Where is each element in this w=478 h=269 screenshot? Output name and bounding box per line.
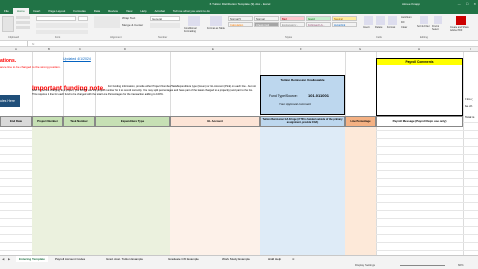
create-share-pdf-button[interactable]: Create and Share Adobe PDF: [450, 26, 476, 32]
style-cell-8[interactable]: Explanatory...: [280, 22, 305, 27]
green-input-area[interactable]: [32, 127, 170, 256]
maximize-button[interactable]: ☐: [466, 0, 469, 8]
copy-icon[interactable]: [16, 21, 30, 24]
find-select-icon[interactable]: [434, 16, 442, 24]
title-bar: 6 Tuition Distribution Template (9).xlsx…: [0, 0, 478, 8]
pink-input-area[interactable]: [170, 127, 260, 256]
orange-input-area[interactable]: [345, 127, 376, 256]
fund-type-label: Fund Type/Source:: [269, 94, 298, 98]
header-payroll-message[interactable]: Payroll Message (Payroll Dept. use only): [376, 116, 463, 127]
top-note: ance line to be charged to the wrong pos…: [0, 65, 61, 69]
autosum-button[interactable]: AutoSum: [401, 16, 412, 19]
style-cell-10[interactable]: Hyperlink: [332, 22, 357, 27]
user-name[interactable]: Aimee Knapp: [402, 0, 420, 8]
delete-cells-icon[interactable]: [376, 16, 385, 25]
style-cell-4[interactable]: Good: [306, 16, 331, 21]
tuition-remission-block: Tuition Remission Unallowable Fund Type/…: [260, 75, 345, 115]
style-cell-7[interactable]: Check Cell: [254, 22, 279, 27]
sheet-tabs-bar: ◀ ▶ Entering Template Payroll Account Co…: [0, 255, 478, 264]
sort-filter-icon[interactable]: [420, 16, 428, 24]
font-format-buttons[interactable]: [36, 23, 88, 28]
fill-button[interactable]: Fill: [401, 21, 404, 24]
style-cell-1[interactable]: Normal 5: [228, 16, 253, 21]
style-cell-2[interactable]: Normal: [254, 16, 279, 21]
find-select-button[interactable]: Find & Select: [432, 25, 446, 31]
paste-icon[interactable]: [2, 16, 14, 32]
font-size-box[interactable]: [78, 16, 88, 21]
number-format-dropdown[interactable]: General: [150, 16, 180, 21]
group-number-label: Number: [158, 36, 168, 39]
format-painter-icon[interactable]: [16, 26, 30, 29]
group-clipboard-label: Clipboard: [8, 36, 20, 39]
right-cut-text-2: be ch: [465, 104, 473, 108]
blue-input-area[interactable]: [260, 127, 345, 256]
header-line-percentage[interactable]: Line Percentage: [345, 116, 376, 127]
cut-icon[interactable]: [16, 16, 30, 19]
zoom-slider[interactable]: [400, 265, 445, 266]
group-styles-label: Styles: [285, 36, 293, 39]
sort-filter-button[interactable]: Sort & Filter: [417, 25, 431, 28]
number-format-buttons[interactable]: [150, 23, 180, 28]
merge-center-button[interactable]: Merge & Center: [122, 23, 143, 27]
payroll-comments-block: Payroll Comments: [376, 58, 463, 116]
header-end-date[interactable]: End Date: [0, 116, 32, 127]
payroll-comments-title: Payroll Comments: [377, 59, 462, 65]
group-editing-label: Editing: [420, 36, 428, 39]
conditional-formatting-icon[interactable]: [188, 16, 200, 26]
wrap-text-button[interactable]: Wrap Text: [122, 16, 135, 20]
style-cell-3[interactable]: Bad: [280, 16, 305, 21]
instructions-heading: ations.: [0, 58, 17, 64]
status-bar: Display Settings 60%: [0, 262, 478, 269]
font-name-box[interactable]: [36, 16, 76, 21]
tuition-remission-title: Tuition Remission Unallowable: [280, 78, 325, 82]
close-button[interactable]: ✕: [473, 0, 476, 8]
format-as-table-icon[interactable]: [210, 16, 222, 26]
window-title: 6 Tuition Distribution Template (9).xlsx…: [209, 2, 271, 6]
important-note-body: For funding information, provide either …: [32, 85, 256, 97]
border-fill-buttons[interactable]: [36, 30, 88, 34]
style-cell-9[interactable]: Followed Hy...: [306, 22, 331, 27]
group-font-label: Font: [55, 36, 61, 39]
ribbon: Clipboard Font Wrap Text Merge & Center …: [0, 14, 478, 41]
conditional-formatting-button[interactable]: Conditional Formatting: [184, 27, 206, 33]
worksheet-grid[interactable]: ations. Updated 4/1/2024 ance line to be…: [0, 52, 478, 256]
insert-cells-icon[interactable]: [364, 16, 373, 25]
zoom-level[interactable]: 60%: [458, 262, 464, 269]
format-as-table-button[interactable]: Format as Table: [207, 27, 225, 30]
group-cells-label: Cells: [376, 36, 382, 39]
header-gl-account[interactable]: GL Account: [170, 116, 260, 127]
style-cell-6[interactable]: Calculation: [228, 22, 253, 27]
rules-link-cell[interactable]: ules Here: [0, 95, 20, 107]
format-cells-button[interactable]: Format: [387, 26, 395, 29]
right-cut-text-3: Total is: [465, 115, 475, 119]
display-settings-button[interactable]: Display Settings: [355, 262, 375, 269]
approval-comment: Your Approval comment: [279, 102, 311, 106]
right-cut-text-1: I Ins (: [465, 97, 473, 101]
fund-type-value: 101.011001: [308, 93, 329, 98]
header-project-number[interactable]: Project Number: [32, 116, 63, 127]
minimize-button[interactable]: —: [458, 0, 461, 8]
header-expenditure-type[interactable]: Expenditure Type: [95, 116, 170, 127]
group-alignment-label: Alignment: [110, 36, 122, 39]
clear-button[interactable]: Clear: [401, 26, 407, 29]
adobe-pdf-icon[interactable]: [456, 16, 466, 25]
updated-link[interactable]: Updated 4/1/2024: [63, 57, 91, 61]
alignment-buttons[interactable]: [94, 16, 120, 28]
insert-cells-button[interactable]: Insert: [363, 26, 370, 29]
delete-cells-button[interactable]: Delete: [375, 26, 383, 29]
header-tuition-fringe[interactable]: Tuition Remission GA Fringe (if TR is fu…: [260, 116, 345, 127]
header-task-number[interactable]: Task Number: [63, 116, 95, 127]
style-cell-5[interactable]: Neutral: [332, 16, 357, 21]
format-cells-icon[interactable]: [388, 16, 397, 25]
